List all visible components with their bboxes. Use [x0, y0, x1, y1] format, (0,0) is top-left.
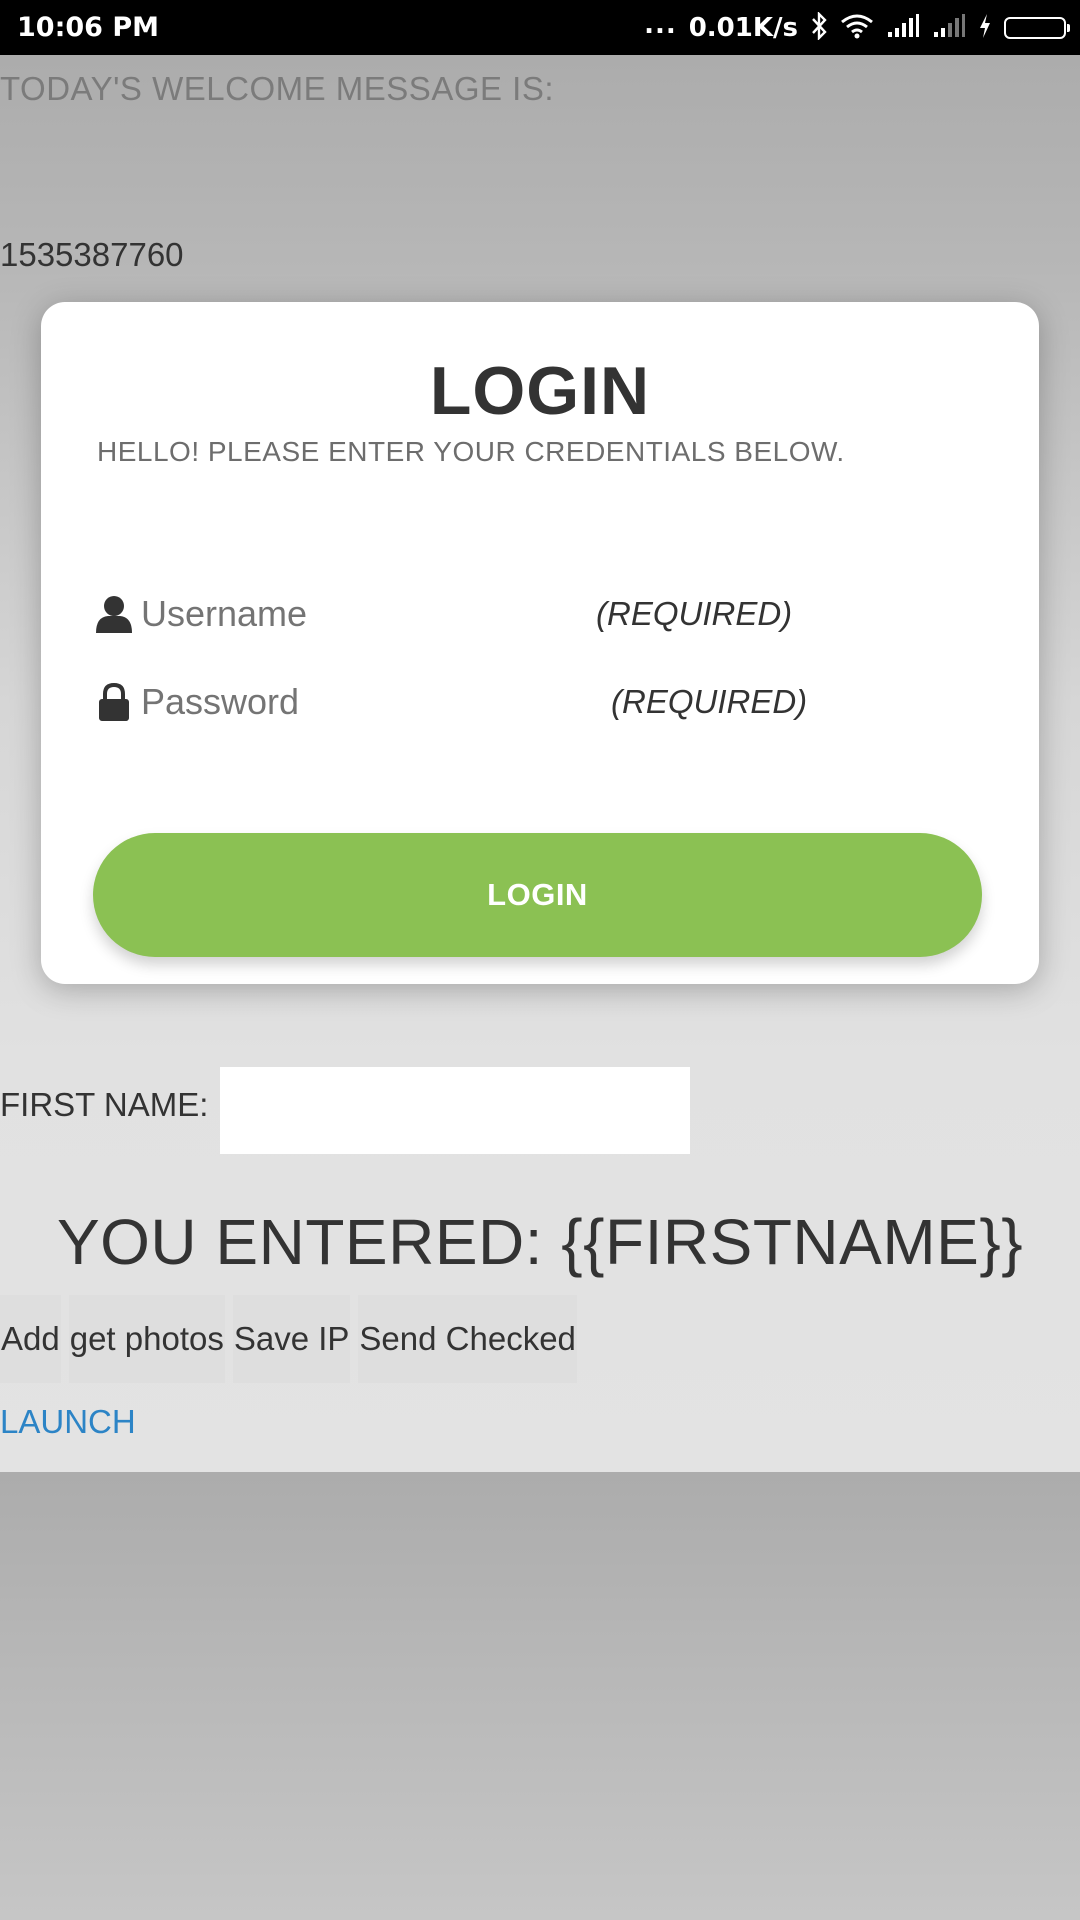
first-name-input[interactable]	[220, 1067, 690, 1154]
login-card: LOGIN HELLO! PLEASE ENTER YOUR CREDENTIA…	[41, 302, 1039, 984]
status-dots: ...	[644, 9, 677, 40]
status-icons: ... 0.01K/s	[644, 9, 1070, 44]
login-subtitle: HELLO! PLEASE ENTER YOUR CREDENTIALS BEL…	[97, 436, 845, 467]
password-required: (REQUIRED)	[611, 683, 808, 720]
wifi-icon	[840, 13, 874, 43]
welcome-timestamp: 1535387760	[0, 236, 184, 273]
you-entered-heading: YOU ENTERED: {{FIRSTNAME}}	[56, 1206, 1024, 1278]
page-lower-background	[0, 1472, 1080, 1920]
login-title: LOGIN	[429, 353, 651, 429]
network-speed: 0.01K/s	[688, 12, 798, 43]
welcome-label: TODAY'S WELCOME MESSAGE IS:	[0, 70, 555, 107]
signal-icon	[886, 13, 920, 42]
user-icon	[95, 594, 133, 634]
battery-icon	[1004, 16, 1070, 39]
username-input[interactable]	[141, 593, 601, 635]
charging-icon	[978, 13, 992, 43]
signal-weak-icon	[932, 13, 966, 42]
action-button-row: Add get photos Save IP Send Checked	[0, 1295, 577, 1383]
username-row: (REQUIRED)	[95, 584, 995, 644]
status-time: 10:06 PM	[17, 12, 160, 43]
get-photos-button[interactable]: get photos	[68, 1295, 225, 1383]
status-bar: 10:06 PM ... 0.01K/s	[0, 0, 1080, 55]
first-name-label: FIRST NAME:	[0, 1086, 209, 1123]
password-row: (REQUIRED)	[95, 672, 995, 732]
bluetooth-icon	[810, 10, 828, 44]
username-required: (REQUIRED)	[596, 595, 793, 632]
send-checked-button[interactable]: Send Checked	[358, 1295, 577, 1383]
password-input[interactable]	[141, 681, 609, 723]
login-button[interactable]: LOGIN	[93, 833, 982, 957]
lock-icon	[95, 682, 133, 722]
add-button[interactable]: Add	[0, 1295, 61, 1383]
launch-link[interactable]: LAUNCH	[0, 1403, 136, 1441]
save-ip-button[interactable]: Save IP	[232, 1295, 351, 1383]
